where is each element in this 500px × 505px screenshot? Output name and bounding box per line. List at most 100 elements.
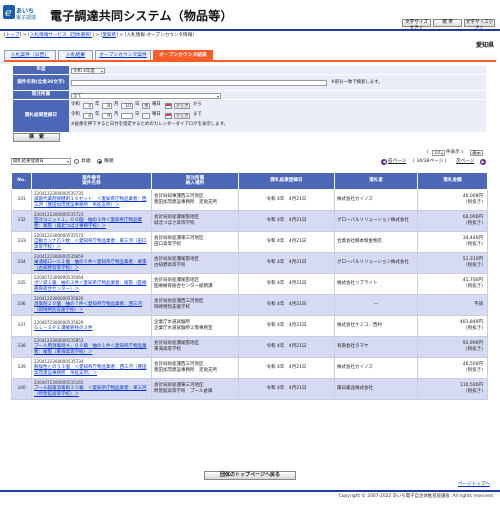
- tax-note: (税抜き): [465, 242, 483, 247]
- logo-line2: 電子調達: [16, 15, 37, 21]
- row-no: 333: [11, 231, 32, 253]
- case-name-label: 案件名称 (全角30文字): [13, 75, 69, 90]
- date-range-row: 開札結果登録日 令和 4 年 8 月 10 日 水 曜日 クリア から 令和 4…: [13, 100, 486, 133]
- row-dept: 会計局財産課尾張地区 古知野高等学校: [151, 252, 239, 274]
- col-no: No.: [11, 172, 32, 190]
- font-larger-button[interactable]: 文字サイズ大きく: [402, 19, 431, 31]
- row-no: 340: [11, 378, 32, 400]
- from-year-input[interactable]: 4: [83, 102, 93, 109]
- row-amount: 51,310円 (税抜き): [417, 252, 488, 274]
- case-name-link[interactable]: プール殺菌消毒剤３５箱 ＜愛知県庁物品業者：東三河（時習館高等学校）＞: [34, 386, 147, 397]
- case-name-link[interactable]: 乗浦紙ロール１個 抽の５件＜愛知県庁物品業者：尾張（古知野高等学校）＞: [34, 260, 147, 271]
- row-dept: 企業庁水道試験所 企業庁水道試験所２階事務室: [151, 315, 239, 337]
- row-date: 令和 4年 4月21日: [238, 357, 335, 379]
- department-label: 発注所属: [13, 91, 69, 99]
- to-calendar-icon[interactable]: [165, 112, 172, 119]
- ascending-label: 昇順: [81, 159, 91, 164]
- row-winner: 合資会社櫛本製金物店: [334, 231, 418, 253]
- page-size-select[interactable]: 10: [432, 150, 445, 156]
- row-no: 332: [11, 210, 32, 232]
- tab-bid-results[interactable]: 入札結果: [58, 50, 93, 60]
- row-date: 令和 4年 4月21日: [238, 273, 335, 295]
- back-to-top-button[interactable]: 団体のトップページへ戻る: [204, 471, 296, 480]
- row-winner: 有限会社タマヤ: [334, 336, 418, 358]
- logo[interactable]: e あいち 電子調達: [3, 5, 47, 25]
- to-year-input[interactable]: 4: [83, 112, 93, 119]
- row-date: 令和 4年 4月21日: [238, 315, 335, 337]
- row-case: 2204072300000535064 ポリ袋１箱 抽の３件＜愛知県庁物品業者：尾…: [31, 273, 152, 295]
- tab-open-counter-cases[interactable]: オープンカウンタ案件: [95, 50, 151, 60]
- amount-value: 92,996円: [462, 341, 483, 347]
- dept-name: 会計局財産課西三河地区: [154, 362, 204, 368]
- breadcrumb-bid-service[interactable]: 入札情報サービス（団体選択）: [30, 33, 92, 38]
- amount-value: 51,310円: [462, 257, 483, 263]
- row-date: 令和 4年 4月21日: [238, 210, 335, 232]
- tab-open-counter-results[interactable]: オープンカウンタ結果: [153, 50, 213, 60]
- page-top-link[interactable]: ページトップへ: [458, 481, 490, 487]
- fiscal-year-select[interactable]: 令和 4年度: [71, 67, 105, 74]
- row-case: 2204122300000535723 空冷ユニット１，００個 抽の３件＜愛知県庁…: [31, 210, 152, 232]
- row-date: 令和 4年 4月21日: [238, 189, 335, 211]
- row-date: 令和 4年 4月21日: [238, 336, 335, 358]
- case-name-link[interactable]: 消臭剤２０個 抽の７件＜愛知県庁物品業者：西三河（岡崎特別支援学校）＞: [34, 302, 142, 313]
- table-row: 331 2204122300000535735 滅菌代薬剤保健剤１０セット ＜愛知県…: [11, 189, 488, 211]
- prev-page-link[interactable]: 前ページ: [388, 158, 406, 165]
- to-day-input[interactable]: [121, 112, 133, 119]
- search-button[interactable]: 検 索: [13, 133, 60, 142]
- amount-value: 不調: [474, 302, 483, 308]
- case-name-link[interactable]: ＧＬ－ＳＰＥ濃縮管柱の３件: [34, 326, 93, 331]
- row-amount: 不調: [417, 294, 488, 316]
- case-name-link[interactable]: プール用消毒剤４，００箱 抽の１件＜愛知県庁物品業者：尾張（東海高等学校）＞: [34, 344, 147, 355]
- fiscal-year-label: 年度: [13, 66, 69, 74]
- display-button[interactable]: 表示: [470, 150, 483, 156]
- table-row: 338 2204122300000535852 プール用消毒剤４，００箱 抽の１件＜…: [11, 336, 488, 358]
- case-name-link[interactable]: 自動カンナ刃３枚 ＜愛知県庁物品業者：東三河（田口高等学校）＞: [34, 239, 147, 250]
- font-standard-button[interactable]: 標 準: [433, 19, 462, 27]
- from-month-input[interactable]: 8: [102, 102, 112, 109]
- breadcrumb-top[interactable]: トップ: [6, 33, 20, 38]
- delivery-place: 企業庁水道試験所２階事務室: [154, 326, 213, 331]
- row-no: 331: [11, 189, 32, 211]
- case-name-input[interactable]: [71, 80, 327, 86]
- from-day-input[interactable]: 10: [121, 102, 133, 109]
- dept-name: 会計局財産課尾張地区: [154, 341, 199, 347]
- table-row: 332 2204122300000535723 空冷ユニット１，００個 抽の３件＜愛…: [11, 210, 488, 232]
- footer-rule: [0, 490, 500, 492]
- fiscal-year-row: 年度 令和 4年度: [13, 66, 486, 75]
- from-clear-button[interactable]: クリア: [174, 102, 190, 109]
- case-name-link[interactable]: ポリ袋１箱 抽の３件＜愛知県庁物品業者：尾張（医療療育総合センター）＞: [34, 281, 147, 292]
- prev-page-icon[interactable]: ◀: [381, 159, 387, 165]
- case-name-link[interactable]: 耐候性とのう３個 ＜愛知県庁物品業者：西三河（豊田加茂建設事務所 吊処支所）＞: [34, 365, 146, 376]
- to-month-input[interactable]: 9: [102, 112, 112, 119]
- from-text: から: [193, 102, 202, 107]
- breadcrumb-prefecture[interactable]: 愛知県: [102, 33, 116, 38]
- from-era: 令和: [71, 102, 80, 107]
- tax-note: (税抜き): [465, 221, 483, 226]
- row-case: 2204072300000535165 プール殺菌消毒剤３５箱 ＜愛知県庁物品業者…: [31, 378, 152, 400]
- row-dept: 会計局知事課西三河地区 豊田加茂建設事務所 足助支所: [151, 189, 239, 211]
- to-clear-button[interactable]: クリア: [174, 112, 190, 119]
- font-smaller-button[interactable]: 文字サイズ小さく: [464, 19, 495, 31]
- row-winner: 株式会社リブライト: [334, 273, 418, 295]
- from-calendar-icon[interactable]: [165, 102, 172, 109]
- department-select[interactable]: 全て: [71, 92, 221, 99]
- svg-text:e: e: [5, 6, 12, 19]
- delivery-place: 東海高等学校: [154, 347, 181, 352]
- row-no: 334: [11, 252, 32, 274]
- amount-value: 46,008円: [462, 194, 483, 200]
- descending-radio[interactable]: [97, 159, 102, 164]
- row-winner: 株式会社ケミコ／西村: [334, 315, 418, 337]
- sort-field-select[interactable]: 開札結果登録日: [11, 158, 71, 165]
- case-name-link[interactable]: 滅菌代薬剤保健剤１０セット ＜愛知県庁物品業者：西三河（豊田加茂建設事務所 吊処…: [34, 197, 147, 208]
- tab-bid-notice[interactable]: 入札案件（公告）: [4, 50, 56, 60]
- row-dept: 会計局財産課尾張地区 医療療育総合センター総務課: [151, 273, 239, 295]
- row-amount: 41,700円 (税抜き): [417, 273, 488, 295]
- breadcrumb: [トップ] > [入札情報サービス（団体選択）] > [愛知県] > [入札情報…: [4, 33, 194, 38]
- amount-value: 401,849円: [459, 320, 483, 326]
- case-name-hint: ※部分一致で検索します。: [331, 80, 383, 85]
- ascending-radio[interactable]: [74, 159, 79, 164]
- next-page-icon[interactable]: ▶: [480, 159, 486, 165]
- dept-name: 会計局財産課尾張地区: [154, 278, 199, 284]
- next-page-link[interactable]: 次ページ: [456, 158, 474, 165]
- case-name-link[interactable]: 空冷ユニット１，００個 抽の３件＜愛知県庁物品業者：尾張（城北つばさ事務学校）＞: [34, 218, 142, 229]
